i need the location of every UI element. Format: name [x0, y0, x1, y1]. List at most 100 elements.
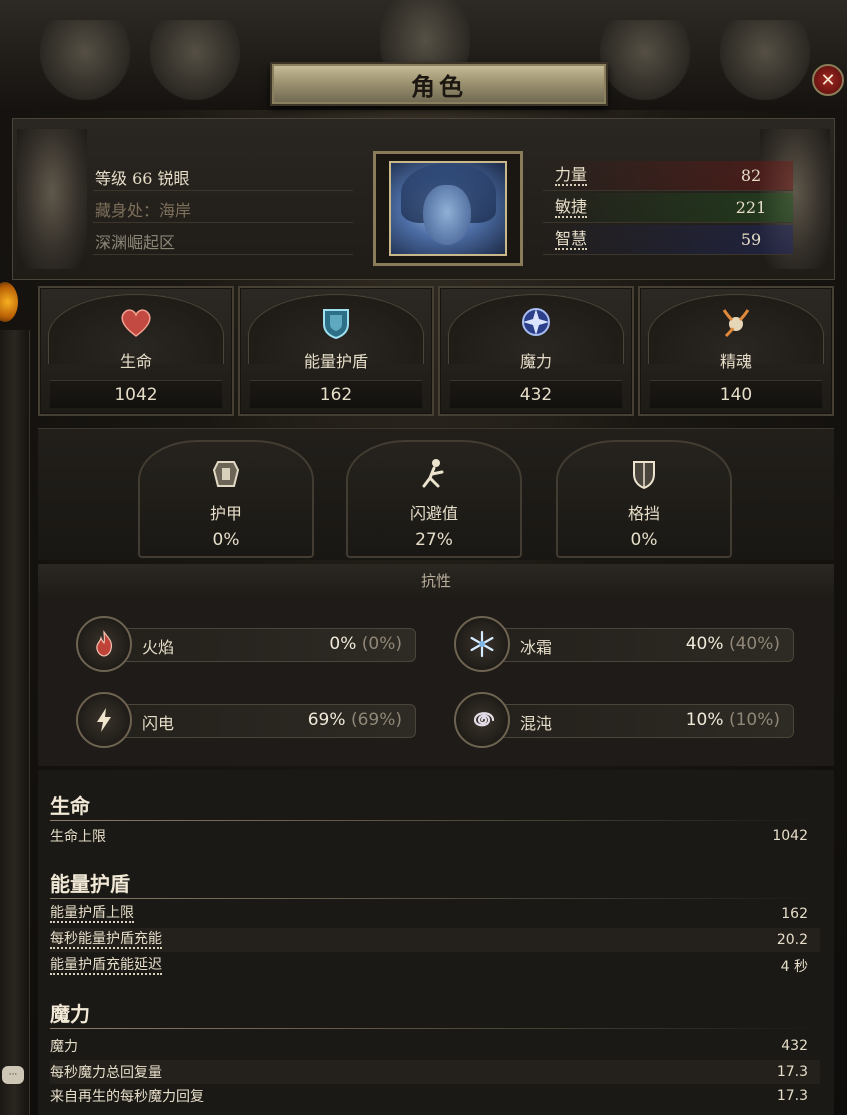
attribute-value: 59 [740, 230, 762, 249]
resistance-value: 10% (10%) [685, 710, 780, 730]
stat-card-life[interactable]: 生命 1042 [38, 286, 234, 416]
defense-label: 格挡 [627, 504, 660, 523]
resistance-cold[interactable]: 冰霜 40% (40%) [454, 616, 794, 672]
resistance-label: 火焰 [142, 638, 175, 657]
stat-label: 魔力 [519, 352, 552, 371]
detail-row[interactable]: 能量护盾充能延迟 4 秒 [50, 954, 820, 978]
character-panel: 角色 ✕ ··· 等级 66 锐眼 藏身处：海岸 深渊崛起区 力量 82 敏捷 … [0, 0, 847, 1115]
level-class-row: 等级 66 锐眼 [93, 163, 353, 191]
detail-row[interactable]: 来自再生的每秒魔力回复 17.3 [50, 1084, 820, 1108]
stat-details: 生命 生命上限 1042 能量护盾 能量护盾上限 162 每秒能量护盾充能 20… [38, 770, 834, 1115]
defense-label: 闪避值 [409, 504, 458, 523]
attribute-intelligence[interactable]: 智慧 59 [543, 225, 793, 255]
hideout-label: 藏身处：海岸 [95, 200, 192, 220]
portrait-image [389, 161, 507, 256]
stat-label: 能量护盾 [303, 352, 368, 371]
resistances-header: 抗性 [38, 564, 834, 596]
attribute-value: 221 [735, 198, 767, 217]
stat-card-energy-shield[interactable]: 能量护盾 162 [238, 286, 434, 416]
detail-label: 生命上限 [50, 829, 106, 845]
statue-niche-left [17, 129, 87, 269]
section-title-mana: 魔力 [50, 1002, 90, 1026]
resistance-value: 40% (40%) [685, 634, 780, 654]
close-icon: ✕ [820, 69, 836, 91]
detail-value: 162 [781, 906, 808, 922]
detail-label: 能量护盾上限 [50, 904, 134, 923]
section-divider [50, 898, 820, 899]
stat-value: 432 [450, 380, 622, 408]
fire-icon [76, 616, 132, 672]
detail-value: 17.3 [776, 1064, 808, 1080]
area-label: 深渊崛起区 [95, 232, 176, 252]
resistance-lightning[interactable]: 闪电 69% (69%) [76, 692, 416, 748]
gargoyle-statue-right [720, 20, 810, 100]
detail-row[interactable]: 每秒能量护盾充能 20.2 [50, 928, 820, 952]
stat-label: 生命 [119, 352, 152, 371]
side-orb-icon[interactable] [0, 282, 18, 322]
hideout-row: 藏身处：海岸 [93, 195, 353, 223]
section-divider [50, 820, 820, 821]
section-title-life: 生命 [50, 794, 90, 818]
attribute-value: 82 [740, 166, 762, 185]
resistances-panel: 火焰 0% (0%) 冰霜 40% (40%) 闪电 69% (69%) 混沌 [38, 596, 834, 766]
defense-value: 27% [415, 530, 453, 550]
detail-label: 每秒魔力总回复量 [50, 1065, 162, 1081]
defense-value: 0% [212, 530, 240, 550]
window-title: 角色 [411, 71, 467, 101]
detail-label: 魔力 [50, 1039, 78, 1055]
character-portrait [373, 151, 523, 266]
section-title-energy-shield: 能量护盾 [50, 872, 130, 896]
section-divider [50, 1028, 820, 1029]
detail-value: 4 秒 [780, 959, 808, 975]
detail-value: 17.3 [776, 1088, 808, 1104]
defense-card-block[interactable]: 格挡 0% [556, 440, 732, 558]
attribute-label: 智慧 [555, 228, 588, 250]
character-header: 等级 66 锐眼 藏身处：海岸 深渊崛起区 力量 82 敏捷 221 智慧 59 [12, 118, 835, 280]
knight-statue-right [600, 20, 690, 100]
attribute-dexterity[interactable]: 敏捷 221 [543, 193, 793, 223]
close-button[interactable]: ✕ [812, 64, 844, 96]
chaos-icon [454, 692, 510, 748]
resistance-label: 混沌 [520, 714, 553, 733]
gargoyle-statue-left [40, 20, 130, 100]
chat-icon[interactable]: ··· [2, 1066, 24, 1084]
detail-value: 1042 [772, 828, 808, 844]
detail-label: 每秒能量护盾充能 [50, 930, 162, 949]
detail-row[interactable]: 魔力 432 [50, 1034, 820, 1058]
detail-value: 20.2 [776, 932, 808, 948]
stat-value: 1042 [50, 380, 222, 408]
evasion-icon [414, 454, 454, 494]
stat-card-mana[interactable]: 魔力 432 [438, 286, 634, 416]
resistance-label: 冰霜 [520, 638, 553, 657]
stat-card-spirit[interactable]: 精魂 140 [638, 286, 834, 416]
lightning-icon [76, 692, 132, 748]
level-class-label: 等级 66 锐眼 [95, 168, 190, 188]
resistance-label: 闪电 [142, 714, 175, 733]
resistance-fire[interactable]: 火焰 0% (0%) [76, 616, 416, 672]
detail-row[interactable]: 生命上限 1042 [50, 824, 820, 848]
stat-value: 140 [650, 380, 822, 408]
knight-statue-left [150, 20, 240, 100]
mana-icon [514, 300, 558, 344]
resistance-chaos[interactable]: 混沌 10% (10%) [454, 692, 794, 748]
heart-icon [114, 300, 158, 344]
resistance-value: 69% (69%) [307, 710, 402, 730]
side-rail [0, 330, 30, 1115]
detail-value: 432 [781, 1038, 808, 1054]
attribute-label: 敏捷 [555, 196, 588, 218]
detail-label: 来自再生的每秒魔力回复 [50, 1089, 204, 1105]
resistance-value: 0% (0%) [329, 634, 402, 654]
defense-label: 护甲 [209, 504, 242, 523]
stat-value: 162 [250, 380, 422, 408]
detail-row[interactable]: 每秒魔力总回复量 17.3 [50, 1060, 820, 1084]
stat-label: 精魂 [719, 352, 752, 371]
block-icon [624, 454, 664, 494]
defense-card-evasion[interactable]: 闪避值 27% [346, 440, 522, 558]
detail-row[interactable]: 能量护盾上限 162 [50, 902, 820, 926]
attribute-label: 力量 [555, 164, 588, 186]
defense-card-armour[interactable]: 护甲 0% [138, 440, 314, 558]
armour-icon [206, 454, 246, 494]
detail-label: 能量护盾充能延迟 [50, 956, 162, 975]
cold-icon [454, 616, 510, 672]
attribute-strength[interactable]: 力量 82 [543, 161, 793, 191]
